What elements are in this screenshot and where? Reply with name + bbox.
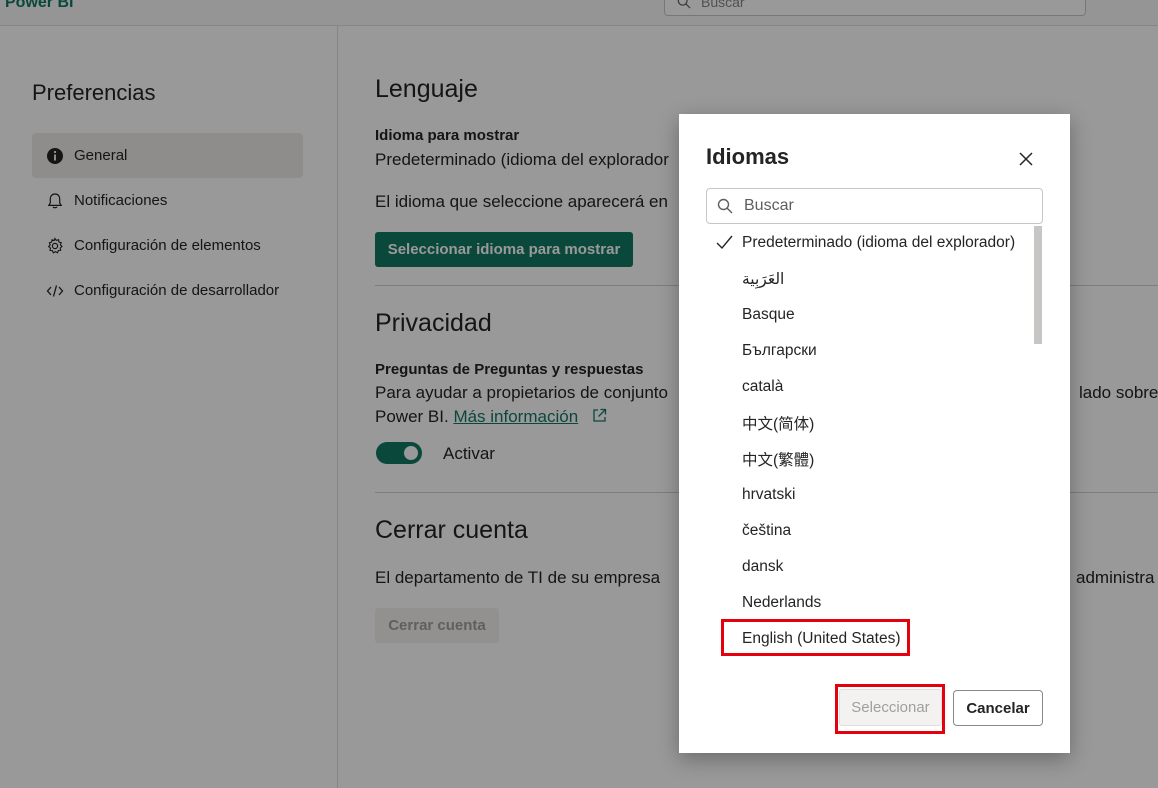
language-option-danish[interactable]: dansk <box>706 550 1036 584</box>
checkmark-icon <box>716 235 733 250</box>
language-option-label: Basque <box>742 306 795 323</box>
language-list-scrollbar[interactable] <box>1034 226 1042 344</box>
select-highlight-box <box>835 684 945 734</box>
language-option-arabic[interactable]: العَرَبِية <box>706 262 1036 296</box>
language-option-label: català <box>742 378 784 395</box>
languages-dialog: Idiomas Predeterminado (idioma del explo… <box>679 114 1070 753</box>
language-option-label: dansk <box>742 558 784 575</box>
language-option-dutch[interactable]: Nederlands <box>706 586 1036 620</box>
language-option-label: čeština <box>742 522 792 539</box>
close-button[interactable] <box>1015 148 1037 170</box>
language-option-bulgarian[interactable]: Български <box>706 334 1036 368</box>
language-option-catalan[interactable]: català <box>706 370 1036 404</box>
cancel-button[interactable]: Cancelar <box>953 690 1043 726</box>
language-option-label: Български <box>742 342 817 359</box>
language-option-default[interactable]: Predeterminado (idioma del explorador) <box>706 226 1036 260</box>
dialog-title: Idiomas <box>706 144 790 169</box>
language-option-chinese-traditional[interactable]: 中文(繁體) <box>706 442 1036 476</box>
search-icon <box>717 198 733 214</box>
english-highlight-box <box>721 619 910 656</box>
language-option-czech[interactable]: čeština <box>706 514 1036 548</box>
language-option-label: hrvatski <box>742 486 796 503</box>
language-option-croatian[interactable]: hrvatski <box>706 478 1036 512</box>
language-option-label: 中文(简体) <box>742 416 815 433</box>
language-option-label: Predeterminado (idioma del explorador) <box>742 234 1016 251</box>
language-option-chinese-simplified[interactable]: 中文(简体) <box>706 406 1036 440</box>
language-option-label: العَرَبِية <box>742 270 785 288</box>
language-option-basque[interactable]: Basque <box>706 298 1036 332</box>
language-search[interactable] <box>706 188 1043 224</box>
close-icon <box>1019 152 1033 166</box>
language-search-input[interactable] <box>744 195 1034 217</box>
language-option-label: 中文(繁體) <box>742 452 815 469</box>
language-list: Predeterminado (idioma del explorador) ا… <box>706 226 1043 662</box>
language-option-label: Nederlands <box>742 594 822 611</box>
